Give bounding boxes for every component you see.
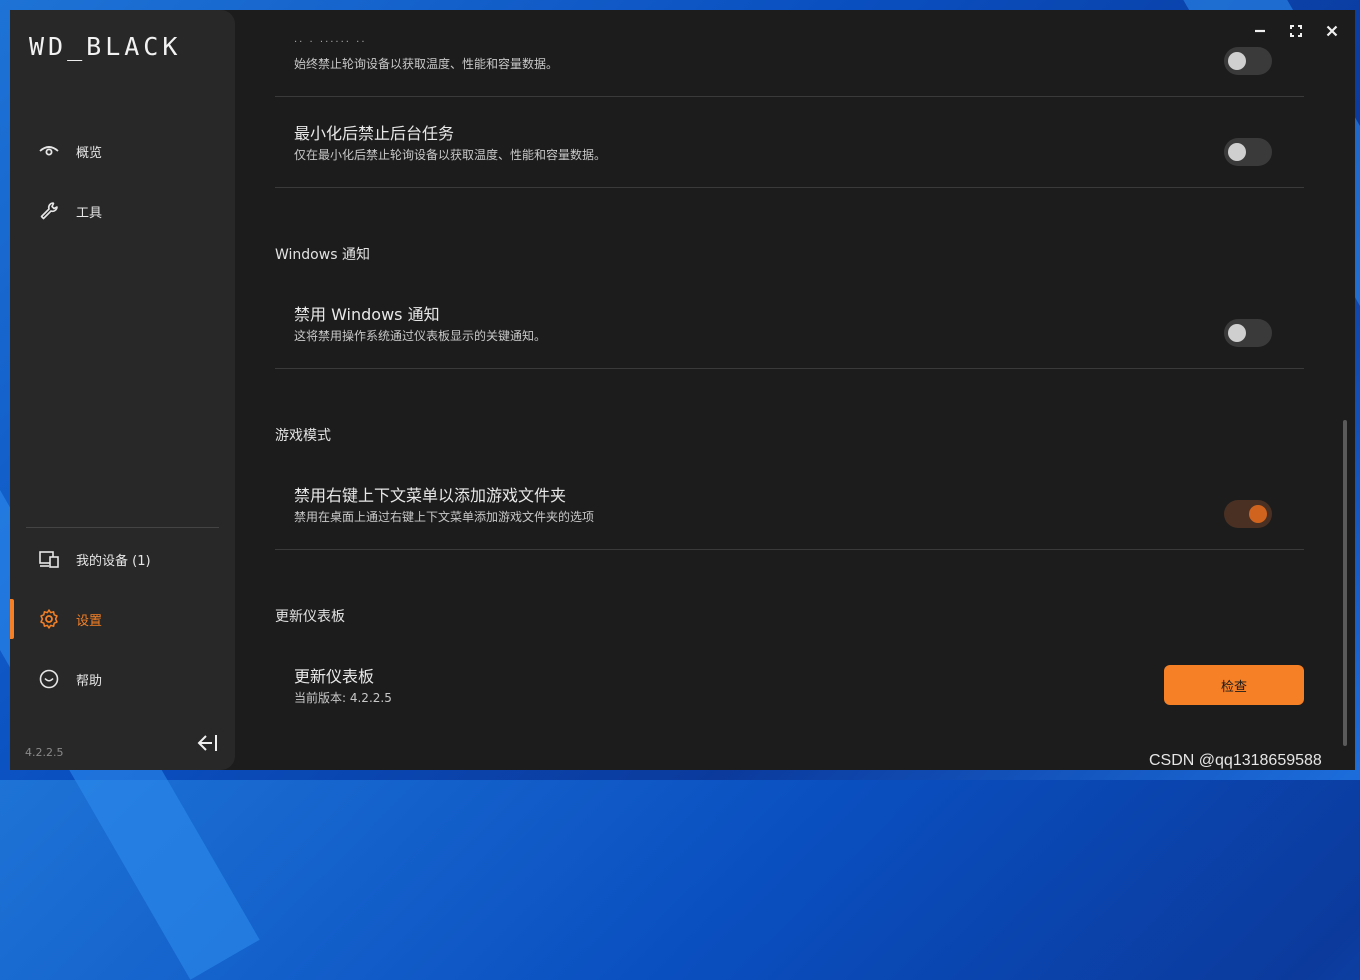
row-divider xyxy=(275,187,1304,188)
sidebar-item-tools[interactable]: 工具 xyxy=(10,187,235,235)
app-version: 4.2.2.5 xyxy=(25,746,64,759)
row-divider xyxy=(275,549,1304,550)
wd-black-logo: WD_BLACK xyxy=(29,32,182,61)
row-title: 禁用右键上下文菜单以添加游戏文件夹 xyxy=(294,486,567,505)
row-description: 仅在最小化后禁止轮询设备以获取温度、性能和容量数据。 xyxy=(294,148,607,162)
row-title: 最小化后禁止后台任务 xyxy=(294,124,455,143)
toggle-knob xyxy=(1228,324,1246,342)
sidebar-item-label: 我的设备 (1) xyxy=(76,554,151,569)
settings-panel: ·· · ······ ·· 始终禁止轮询设备以获取温度、性能和容量数据。 最小… xyxy=(275,10,1305,770)
sidebar-item-label: 工具 xyxy=(76,206,103,221)
toggle-knob xyxy=(1228,52,1246,70)
help-icon xyxy=(39,669,59,689)
toggle-disable-polling[interactable] xyxy=(1224,47,1272,75)
sidebar-item-my-devices[interactable]: 我的设备 (1) xyxy=(10,535,235,583)
section-title-update: 更新仪表板 xyxy=(275,609,345,625)
row-divider xyxy=(275,96,1304,97)
collapse-sidebar-icon[interactable] xyxy=(196,732,220,754)
row-description: 始终禁止轮询设备以获取温度、性能和容量数据。 xyxy=(294,57,559,71)
section-title-notifications: Windows 通知 xyxy=(275,247,370,263)
row-description: 这将禁用操作系统通过仪表板显示的关键通知。 xyxy=(294,329,547,343)
sidebar-item-label: 帮助 xyxy=(76,674,103,689)
gear-icon xyxy=(40,609,58,629)
eye-icon xyxy=(39,146,59,156)
section-title-game-mode: 游戏模式 xyxy=(275,428,331,444)
devices-icon xyxy=(39,551,59,568)
row-title: 禁用 Windows 通知 xyxy=(294,305,440,324)
watermark: CSDN @qq1318659588 xyxy=(1149,752,1322,769)
toggle-disable-background-tasks[interactable] xyxy=(1224,138,1272,166)
row-divider xyxy=(275,368,1304,369)
close-icon[interactable] xyxy=(1321,20,1343,42)
toggle-knob xyxy=(1228,143,1246,161)
sidebar-divider xyxy=(26,527,219,528)
check-update-button[interactable]: 检查 xyxy=(1164,665,1304,705)
toggle-disable-game-context-menu[interactable] xyxy=(1224,500,1272,528)
sidebar: WD_BLACK 概览 工具 我的设备 (1) 设置 帮助 4.2.2.5 xyxy=(10,10,235,770)
sidebar-item-label: 设置 xyxy=(76,614,103,629)
row-title: 更新仪表板 xyxy=(294,667,375,686)
sidebar-item-overview[interactable]: 概览 xyxy=(10,127,235,175)
row-description: 禁用在桌面上通过右键上下文菜单添加游戏文件夹的选项 xyxy=(294,510,595,524)
toggle-disable-notifications[interactable] xyxy=(1224,319,1272,347)
scrollbar[interactable] xyxy=(1343,420,1347,746)
toggle-knob xyxy=(1249,505,1267,523)
active-indicator xyxy=(10,599,14,639)
current-version-text: 当前版本: 4.2.2.5 xyxy=(294,691,392,705)
clipped-row-title: ·· · ······ ·· xyxy=(294,37,367,48)
wrench-icon xyxy=(40,202,58,220)
sidebar-item-help[interactable]: 帮助 xyxy=(10,655,235,703)
sidebar-item-settings[interactable]: 设置 xyxy=(10,595,235,643)
app-window: WD_BLACK 概览 工具 我的设备 (1) 设置 帮助 4.2.2.5 ··… xyxy=(10,10,1355,770)
sidebar-item-label: 概览 xyxy=(76,146,103,161)
